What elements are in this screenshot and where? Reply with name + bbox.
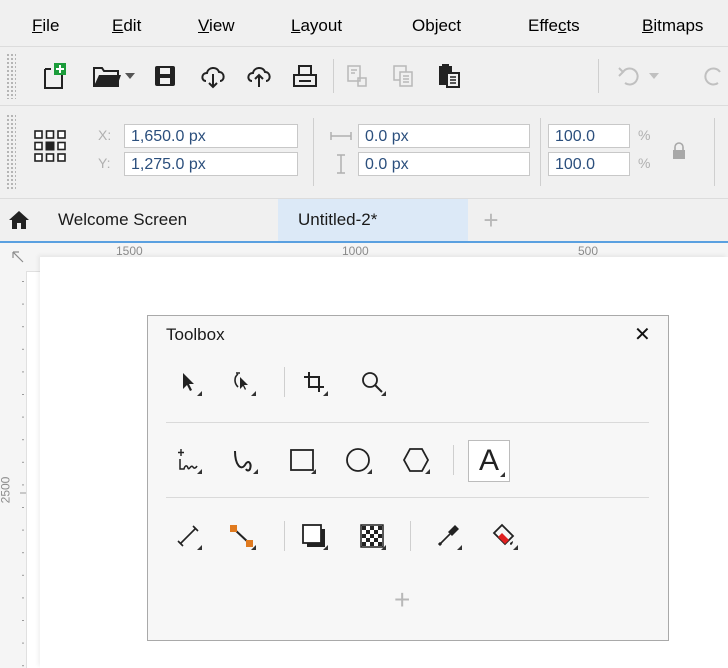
- toolbar-grip[interactable]: [6, 53, 16, 99]
- tool-separator: [410, 521, 411, 551]
- scale-x-field[interactable]: 100.0: [548, 124, 630, 148]
- eyedropper-tool-icon[interactable]: [430, 518, 466, 554]
- dimension-tool-icon[interactable]: [170, 518, 206, 554]
- close-icon[interactable]: ✕: [634, 322, 651, 347]
- vertical-ruler-ticks: [20, 281, 26, 667]
- tool-separator: [453, 445, 454, 475]
- menu-edit[interactable]: Edit: [112, 16, 141, 36]
- menu-effects[interactable]: Effects: [528, 16, 580, 36]
- open-dropdown-icon[interactable]: [120, 59, 140, 93]
- save-icon[interactable]: [148, 59, 182, 93]
- toolbar-grip[interactable]: [6, 114, 16, 190]
- width-field[interactable]: 0.0 px: [358, 124, 530, 148]
- menu-object[interactable]: Object: [412, 16, 461, 36]
- cut-icon[interactable]: [340, 59, 374, 93]
- toolbar-separator: [598, 59, 599, 93]
- add-tool-button[interactable]: +: [394, 584, 410, 616]
- undo-dropdown-icon[interactable]: [644, 59, 664, 93]
- new-document-icon[interactable]: [38, 59, 72, 93]
- zoom-tool-icon[interactable]: [354, 364, 390, 400]
- connector-tool-icon[interactable]: [224, 518, 260, 554]
- transparency-tool-icon[interactable]: [354, 518, 390, 554]
- standard-toolbar: [0, 47, 728, 106]
- shape-tool-icon[interactable]: [224, 364, 260, 400]
- add-tab-button[interactable]: +: [476, 199, 506, 241]
- cloud-upload-icon[interactable]: [242, 59, 276, 93]
- tab-untitled-2[interactable]: Untitled-2*: [278, 199, 468, 241]
- property-bar: X: 1,650.0 px Y: 1,275.0 px 0.0 px 0.0 p…: [0, 106, 728, 199]
- tool-separator: [284, 521, 285, 551]
- menu-layout[interactable]: Layout: [291, 16, 342, 36]
- print-icon[interactable]: [288, 59, 322, 93]
- interactive-fill-tool-icon[interactable]: [486, 518, 522, 554]
- redo-icon[interactable]: [700, 59, 728, 93]
- toolbox-panel[interactable]: Toolbox ✕ A +: [147, 315, 669, 641]
- lock-ratio-icon[interactable]: [666, 136, 692, 166]
- freehand-tool-icon[interactable]: [170, 442, 206, 478]
- tab-welcome-screen[interactable]: Welcome Screen: [58, 199, 187, 241]
- pick-tool-icon[interactable]: [170, 364, 206, 400]
- home-icon[interactable]: [4, 205, 34, 235]
- rectangle-tool-icon[interactable]: [284, 442, 320, 478]
- height-icon: [326, 152, 356, 176]
- scale-y-field[interactable]: 100.0: [548, 152, 630, 176]
- crop-tool-icon[interactable]: [296, 364, 332, 400]
- toolbox-row-separator: [166, 497, 649, 498]
- tool-separator: [284, 367, 285, 397]
- vertical-ruler[interactable]: 2500: [0, 271, 27, 668]
- percent-label: %: [638, 155, 651, 171]
- open-folder-icon[interactable]: [90, 59, 124, 93]
- menu-bar: File Edit View Layout Object Effects Bit…: [0, 0, 728, 47]
- undo-icon[interactable]: [612, 59, 646, 93]
- document-tab-bar: Welcome Screen Untitled-2* +: [0, 199, 728, 243]
- toolbar-separator: [714, 118, 715, 186]
- menu-bitmaps[interactable]: Bitmaps: [642, 16, 703, 36]
- text-tool-icon[interactable]: A: [468, 440, 510, 482]
- menu-file[interactable]: File: [32, 16, 59, 36]
- polygon-tool-icon[interactable]: [398, 442, 434, 478]
- menu-view[interactable]: View: [198, 16, 235, 36]
- copy-icon[interactable]: [386, 59, 420, 93]
- height-field[interactable]: 0.0 px: [358, 152, 530, 176]
- ellipse-tool-icon[interactable]: [340, 442, 376, 478]
- cloud-download-icon[interactable]: [196, 59, 230, 93]
- x-label: X:: [98, 127, 112, 143]
- percent-label: %: [638, 127, 651, 143]
- reference-point-icon[interactable]: [30, 126, 70, 166]
- toolbox-title: Toolbox: [166, 325, 225, 344]
- drop-shadow-tool-icon[interactable]: [296, 518, 332, 554]
- paste-icon[interactable]: [432, 59, 466, 93]
- width-icon: [326, 124, 356, 148]
- x-position-field[interactable]: 1,650.0 px: [124, 124, 298, 148]
- artistic-media-tool-icon[interactable]: [226, 442, 262, 478]
- y-label: Y:: [98, 155, 111, 171]
- toolbar-separator: [313, 118, 314, 186]
- toolbar-separator: [540, 118, 541, 186]
- toolbar-separator: [333, 59, 334, 93]
- toolbox-row-separator: [166, 422, 649, 423]
- y-position-field[interactable]: 1,275.0 px: [124, 152, 298, 176]
